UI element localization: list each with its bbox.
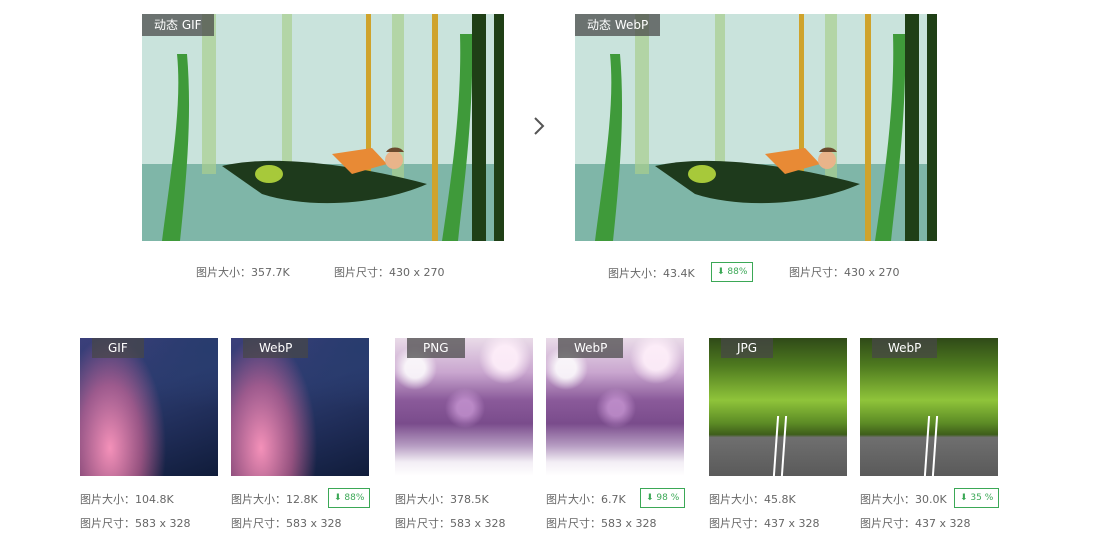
jungle-illustration: [142, 14, 504, 241]
chevron-right-icon: [534, 117, 545, 135]
hero-image-webp: 动态 WebP: [575, 14, 937, 241]
dimensions-label: 图片尺寸：583 x 328: [546, 517, 657, 530]
thumbnail-webp: WebP: [546, 338, 684, 476]
down-arrow-icon: ⬇: [717, 267, 725, 277]
thumbnail-gif: GIF: [80, 338, 218, 476]
dimensions-label: 图片尺寸：430 x 270: [789, 266, 900, 279]
file-size-label: 图片大小：43.4K: [608, 267, 695, 280]
file-size-label: 图片大小：357.7K: [196, 266, 290, 279]
hero-image-gif: 动态 GIF: [142, 14, 504, 241]
file-size-label: 图片大小：378.5K: [395, 493, 489, 506]
file-size-label: 图片大小：45.8K: [709, 493, 796, 506]
file-size-label: 图片大小：30.0K: [860, 493, 947, 506]
thumbnail-png: PNG: [395, 338, 533, 476]
dimensions-label: 图片尺寸：437 x 328: [709, 517, 820, 530]
dimensions-label: 图片尺寸：583 x 328: [395, 517, 506, 530]
down-arrow-icon: ⬇: [334, 493, 342, 503]
road-lines: [923, 416, 939, 476]
format-tag: WebP: [558, 338, 624, 358]
savings-badge: ⬇ 88%: [328, 488, 371, 508]
format-tag: JPG: [721, 338, 774, 358]
format-tag: 动态 GIF: [142, 14, 214, 36]
thumbnail-webp: WebP: [860, 338, 998, 476]
thumbnail-webp: WebP: [231, 338, 369, 476]
savings-badge: ⬇ 88%: [711, 262, 754, 282]
file-size-label: 图片大小：104.8K: [80, 493, 174, 506]
savings-badge: ⬇ 98 %: [640, 488, 686, 508]
format-tag: WebP: [243, 338, 309, 358]
down-arrow-icon: ⬇: [646, 493, 654, 503]
down-arrow-icon: ⬇: [960, 493, 968, 503]
format-tag: PNG: [407, 338, 465, 358]
file-size-label: 图片大小：6.7K: [546, 493, 626, 506]
format-tag: GIF: [92, 338, 144, 358]
thumbnail-jpg: JPG: [709, 338, 847, 476]
savings-badge: ⬇ 35 %: [954, 488, 1000, 508]
jungle-illustration: [575, 14, 937, 241]
format-tag: 动态 WebP: [575, 14, 661, 36]
road-lines: [772, 416, 788, 476]
dimensions-label: 图片尺寸：583 x 328: [231, 517, 342, 530]
file-size-label: 图片大小：12.8K: [231, 493, 318, 506]
dimensions-label: 图片尺寸：583 x 328: [80, 517, 191, 530]
format-tag: WebP: [872, 338, 938, 358]
dimensions-label: 图片尺寸：437 x 328: [860, 517, 971, 530]
dimensions-label: 图片尺寸：430 x 270: [334, 266, 445, 279]
